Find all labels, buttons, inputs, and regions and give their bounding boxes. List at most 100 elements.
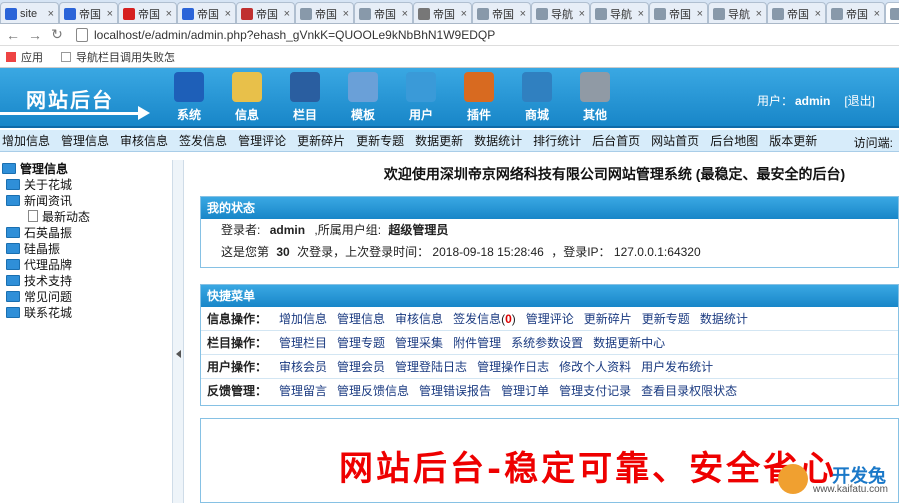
quick-menu-link[interactable]: 用户发布统计 — [641, 360, 713, 374]
submenu-item[interactable]: 版本更新 — [769, 132, 817, 149]
submenu-item[interactable]: 审核信息 — [120, 132, 168, 149]
browser-tab[interactable]: 帝国 × — [767, 2, 826, 23]
browser-tab[interactable]: 帝国 × — [826, 2, 885, 23]
tree-node[interactable]: 联系花城 — [0, 304, 172, 320]
close-icon[interactable]: × — [697, 8, 703, 20]
tree-node[interactable]: 技术支持 — [0, 272, 172, 288]
browser-tab[interactable]: 帝国 × — [354, 2, 413, 23]
tree-node[interactable]: 关于花城 — [0, 176, 172, 192]
tree-node[interactable]: 常见问题 — [0, 288, 172, 304]
close-icon[interactable]: × — [166, 8, 172, 20]
quick-menu-link[interactable]: 审核信息 — [395, 312, 443, 326]
quick-menu-link[interactable]: 管理评论 — [526, 312, 574, 326]
top-menu-item[interactable]: 其他 — [566, 72, 624, 123]
top-menu-item[interactable]: 用户 — [392, 72, 450, 123]
close-icon[interactable]: × — [107, 8, 113, 20]
back-icon[interactable]: ← — [4, 26, 22, 44]
quick-menu-link[interactable]: 管理支付记录 — [559, 384, 631, 398]
submenu-item[interactable]: 管理信息 — [61, 132, 109, 149]
logout-link[interactable]: [退出] — [844, 94, 875, 108]
gear-icon — [580, 72, 610, 102]
quick-menu-link[interactable]: 管理操作日志 — [477, 360, 549, 374]
quick-menu-link[interactable]: 管理订单 — [501, 384, 549, 398]
submenu-item[interactable]: 后台首页 — [592, 132, 640, 149]
browser-tab[interactable]: 帝国 × — [59, 2, 118, 23]
close-icon[interactable]: × — [461, 8, 467, 20]
tree-node[interactable]: 硅晶振 — [0, 240, 172, 256]
address-bar[interactable]: localhost/e/admin/admin.php?ehash_gVnkK=… — [76, 25, 899, 45]
close-icon[interactable]: × — [638, 8, 644, 20]
quick-menu-link[interactable]: 管理会员 — [337, 360, 385, 374]
browser-tab[interactable]: 帝国 × — [295, 2, 354, 23]
quick-menu-link[interactable]: 更新碎片 — [584, 312, 632, 326]
browser-tab[interactable]: 帝国 × — [649, 2, 708, 23]
quick-menu-link[interactable]: 管理登陆日志 — [395, 360, 467, 374]
browser-tab[interactable]: 导航 × — [708, 2, 767, 23]
submenu-item[interactable]: 增加信息 — [2, 132, 50, 149]
quick-menu-link[interactable]: 管理信息 — [337, 312, 385, 326]
quick-menu-link[interactable]: 查看目录权限状态 — [641, 384, 737, 398]
submenu-item[interactable]: 更新专题 — [356, 132, 404, 149]
quick-menu-link[interactable]: 附件管理 — [453, 336, 501, 350]
close-icon[interactable]: × — [284, 8, 290, 20]
quick-menu-link[interactable]: 管理反馈信息 — [337, 384, 409, 398]
submenu-item[interactable]: 数据更新 — [415, 132, 463, 149]
close-icon[interactable]: × — [579, 8, 585, 20]
sidebar-collapse-bar[interactable] — [172, 160, 184, 503]
submenu-item[interactable]: 签发信息 — [179, 132, 227, 149]
top-menu-item[interactable]: 栏目 — [276, 72, 334, 123]
submenu-item[interactable]: 网站首页 — [651, 132, 699, 149]
page-info-icon[interactable] — [76, 27, 88, 42]
close-icon[interactable]: × — [874, 8, 880, 20]
tree-root[interactable]: 管理信息 — [0, 160, 172, 176]
submenu-item[interactable]: 后台地图 — [710, 132, 758, 149]
site-logo[interactable]: 网站后台 — [0, 84, 150, 120]
forward-icon[interactable]: → — [26, 26, 44, 44]
browser-tab[interactable]: 帝国 × — [472, 2, 531, 23]
submenu-item[interactable]: 更新碎片 — [297, 132, 345, 149]
quick-menu-link[interactable]: 更新专题 — [642, 312, 690, 326]
close-icon[interactable]: × — [815, 8, 821, 20]
close-icon[interactable]: × — [48, 8, 54, 20]
browser-tab[interactable]: 导航 × — [531, 2, 590, 23]
quick-menu-link[interactable]: 数据统计 — [700, 312, 748, 326]
browser-tab[interactable]: 帝国 × — [413, 2, 472, 23]
quick-menu-link[interactable]: 管理采集 — [395, 336, 443, 350]
browser-tab[interactable]: 帝国 × — [236, 2, 295, 23]
submenu-item[interactable]: 管理评论 — [238, 132, 286, 149]
bookmark-item[interactable]: 导航栏目调用失败怎 — [61, 49, 175, 65]
tree-node[interactable]: 代理品牌 — [0, 256, 172, 272]
close-icon[interactable]: × — [343, 8, 349, 20]
quick-menu-link[interactable]: 签发信息 — [453, 312, 501, 326]
bookmark-apps[interactable]: 应用 — [6, 49, 43, 65]
close-icon[interactable]: × — [756, 8, 762, 20]
quick-menu-link[interactable]: 管理留言 — [279, 384, 327, 398]
top-menu-item[interactable]: 信息 — [218, 72, 276, 123]
tree-node[interactable]: 最新动态 — [0, 208, 172, 224]
close-icon[interactable]: × — [225, 8, 231, 20]
submenu-item[interactable]: 数据统计 — [474, 132, 522, 149]
top-menu-item[interactable]: 商城 — [508, 72, 566, 123]
top-menu-item[interactable]: 系统 — [160, 72, 218, 123]
tree-node[interactable]: 石英晶振 — [0, 224, 172, 240]
close-icon[interactable]: × — [402, 8, 408, 20]
submenu-item[interactable]: 排行统计 — [533, 132, 581, 149]
tree-node[interactable]: 新闻资讯 — [0, 192, 172, 208]
quick-menu-link[interactable]: 系统参数设置 — [511, 336, 583, 350]
quick-menu-link[interactable]: 修改个人资料 — [559, 360, 631, 374]
browser-tab[interactable]: 深圳× — [885, 2, 899, 23]
browser-tab[interactable]: 导航 × — [590, 2, 649, 23]
quick-menu-link[interactable]: 增加信息 — [279, 312, 327, 326]
top-menu-item[interactable]: 模板 — [334, 72, 392, 123]
browser-tab[interactable]: site × — [0, 2, 59, 23]
quick-menu-link[interactable]: 管理错误报告 — [419, 384, 491, 398]
quick-menu-link[interactable]: 审核会员 — [279, 360, 327, 374]
browser-tab[interactable]: 帝国 × — [118, 2, 177, 23]
close-icon[interactable]: × — [520, 8, 526, 20]
quick-menu-link[interactable]: 管理栏目 — [279, 336, 327, 350]
top-menu-item[interactable]: 插件 — [450, 72, 508, 123]
browser-tab[interactable]: 帝国 × — [177, 2, 236, 23]
reload-icon[interactable]: ↻ — [48, 26, 66, 44]
quick-menu-link[interactable]: 管理专题 — [337, 336, 385, 350]
quick-menu-link[interactable]: 数据更新中心 — [593, 336, 665, 350]
